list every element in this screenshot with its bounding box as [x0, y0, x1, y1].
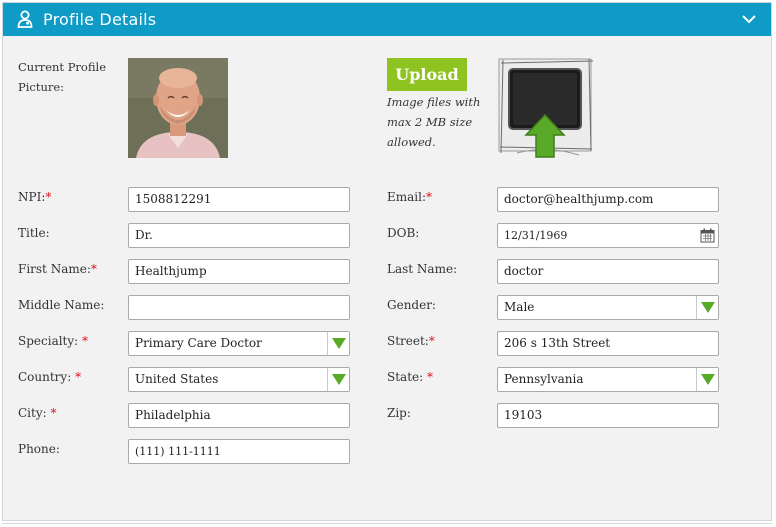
triangle-down-icon	[332, 374, 346, 385]
zip-label: Zip:	[387, 406, 411, 420]
dropdown-arrow[interactable]	[696, 368, 718, 391]
dob-label: DOB:	[387, 226, 420, 240]
specialty-value: Primary Care Doctor	[135, 336, 262, 350]
zip-field[interactable]: 19103	[497, 403, 719, 428]
dropdown-arrow[interactable]	[696, 296, 718, 319]
specialty-select[interactable]: Primary Care Doctor	[128, 331, 350, 356]
phone-label: Phone:	[18, 442, 60, 456]
street-label: Street:*	[387, 334, 435, 348]
upload-note: Image files with max 2 MB size allowed.	[387, 95, 481, 149]
city-label: City: *	[18, 406, 57, 420]
state-select[interactable]: Pennsylvania	[497, 367, 719, 392]
npi-label: NPI:*	[18, 190, 52, 204]
user-md-icon	[17, 10, 33, 28]
triangle-down-icon	[701, 302, 715, 313]
specialty-label: Specialty: *	[18, 334, 89, 348]
gender-select[interactable]: Male	[497, 295, 719, 320]
calendar-icon[interactable]	[700, 228, 715, 243]
state-label: State: *	[387, 370, 433, 384]
upload-button[interactable]: Upload	[387, 58, 467, 91]
dropdown-arrow[interactable]	[327, 332, 349, 355]
profile-photo	[128, 58, 228, 158]
country-label: Country: *	[18, 370, 82, 384]
email-field[interactable]: doctor@healthjump.com	[497, 187, 719, 212]
panel-title: Profile Details	[43, 10, 157, 29]
last-name-field[interactable]: doctor	[497, 259, 719, 284]
panel-header[interactable]: Profile Details	[3, 3, 771, 36]
triangle-down-icon	[332, 338, 346, 349]
dob-field[interactable]: 12/31/1969	[497, 223, 719, 248]
country-select[interactable]: United States	[128, 367, 350, 392]
profile-details-panel: Profile Details Current Profile Picture:…	[2, 2, 772, 521]
middle-name-label: Middle Name:	[18, 298, 105, 312]
title-field[interactable]: Dr.	[128, 223, 350, 248]
gender-label: Gender:	[387, 298, 436, 312]
dropdown-arrow[interactable]	[327, 368, 349, 391]
city-field[interactable]: Philadelphia	[128, 403, 350, 428]
email-label: Email:*	[387, 190, 433, 204]
middle-name-field[interactable]	[128, 295, 350, 320]
avatar	[128, 58, 228, 158]
divider	[2, 523, 772, 524]
dob-value: 12/31/1969	[504, 229, 568, 242]
last-name-label: Last Name:	[387, 262, 458, 276]
title-label: Title:	[18, 226, 50, 240]
current-profile-picture-label: Current Profile Picture:	[18, 60, 107, 94]
triangle-down-icon	[701, 374, 715, 385]
npi-field[interactable]: 1508812291	[128, 187, 350, 212]
first-name-label: First Name:*	[18, 262, 97, 276]
image-upload-icon[interactable]	[497, 57, 597, 161]
first-name-field[interactable]: Healthjump	[128, 259, 350, 284]
state-value: Pennsylvania	[504, 372, 584, 386]
gender-value: Male	[504, 300, 535, 314]
phone-field[interactable]: (111) 111-1111	[128, 439, 350, 464]
country-value: United States	[135, 372, 219, 386]
street-field[interactable]: 206 s 13th Street	[497, 331, 719, 356]
chevron-down-icon[interactable]	[741, 13, 757, 25]
